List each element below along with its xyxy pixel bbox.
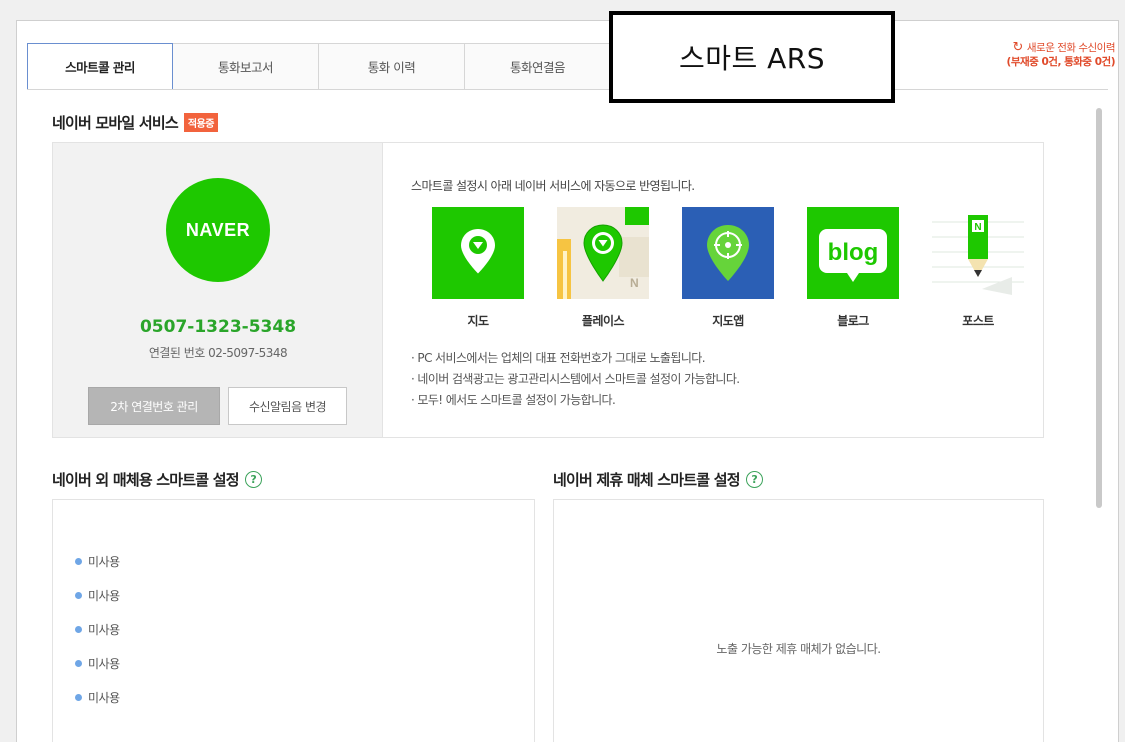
status-badge: 적용중 (183, 113, 218, 132)
note-search-ad: · 네이버 검색광고는 광고관리시스템에서 스마트콜 설정이 가능합니다. (411, 372, 740, 386)
section-title: 네이버 모바일 서비스 (52, 114, 179, 132)
service-post: N 포스트 (932, 207, 1024, 329)
tab-call-history[interactable]: 통화 이력 (319, 43, 465, 90)
partner-media-box: 노출 가능한 제휴 매체가 없습니다. (553, 499, 1044, 742)
service-label: 지도 (467, 314, 489, 328)
partner-media-title: 네이버 제휴 매체 스마트콜 설정 ? (553, 469, 763, 490)
external-media-title: 네이버 외 매체용 스마트콜 설정 ? (52, 469, 262, 490)
help-icon[interactable]: ? (745, 471, 763, 488)
item-status: 미사용 (88, 589, 120, 603)
naver-logo: NAVER (166, 178, 270, 282)
service-list: 스마트콜 설정시 아래 네이버 서비스에 자동으로 반영됩니다. 지도 N 플레… (398, 143, 1038, 437)
naver-mobile-title: 네이버 모바일 서비스 적용중 (52, 112, 218, 133)
bullet-dot (75, 660, 82, 667)
bullet-dot (75, 558, 82, 565)
missed-call-count: (부재중 0건, 통화중 0건) (1006, 56, 1116, 68)
tab-ringback[interactable]: 통화연결음 (465, 43, 611, 90)
service-label: 포스트 (962, 314, 994, 328)
svg-text:N: N (630, 276, 639, 290)
place-icon: N (557, 207, 649, 299)
linked-number: 연결된 번호 02-5097-5348 (148, 346, 288, 360)
new-call-history-link[interactable]: ↻ 새로운 전화 수신이력 (부재중 0건, 통화중 0건) (1006, 40, 1116, 69)
list-item: 미사용 (75, 587, 120, 604)
bullet-dot (75, 626, 82, 633)
refresh-icon: ↻ (1012, 40, 1023, 55)
service-place: N 플레이스 (557, 207, 649, 329)
main-frame: 스마트콜 관리 통화보고서 통화 이력 통화연결음 ↻ 새로운 전화 수신이력 (… (16, 20, 1119, 742)
vertical-scrollbar[interactable] (1096, 108, 1102, 508)
help-icon[interactable]: ? (244, 471, 262, 488)
service-notes: · PC 서비스에서는 업체의 대표 전화번호가 그대로 노출됩니다. · 네이… (411, 348, 740, 411)
service-label: 블로그 (837, 314, 869, 328)
map-app-icon (682, 207, 774, 299)
blog-icon: blog (807, 207, 899, 299)
service-label: 플레이스 (581, 314, 625, 328)
secondary-number-button[interactable]: 2차 연결번호 관리 (88, 387, 220, 425)
smart-ars-callout: 스마트 ARS (609, 11, 895, 103)
service-map-app: 지도앱 (682, 207, 774, 329)
item-status: 미사용 (88, 691, 120, 705)
list-item: 미사용 (75, 621, 120, 638)
tab-bar: 스마트콜 관리 통화보고서 통화 이력 통화연결음 (27, 43, 611, 90)
note-modoo: · 모두! 에서도 스마트콜 설정이 가능합니다. (411, 393, 616, 407)
smartcall-number: 0507-1323-5348 (139, 317, 297, 337)
empty-message: 노출 가능한 제휴 매체가 없습니다. (716, 642, 881, 656)
service-description: 스마트콜 설정시 아래 네이버 서비스에 자동으로 반영됩니다. (411, 179, 695, 193)
tab-divider (27, 89, 1108, 90)
blog-text: blog (828, 239, 879, 266)
service-blog: blog 블로그 (807, 207, 899, 329)
service-map: 지도 (432, 207, 524, 329)
map-pin-icon (432, 207, 524, 299)
post-icon: N (932, 207, 1024, 299)
bullet-dot (75, 694, 82, 701)
tab-smartcall-manage[interactable]: 스마트콜 관리 (27, 43, 173, 90)
note-pc: · PC 서비스에서는 업체의 대표 전화번호가 그대로 노출됩니다. (411, 351, 706, 365)
item-status: 미사용 (88, 555, 120, 569)
post-letter: N (974, 222, 981, 233)
callout-label: 스마트 ARS (613, 15, 891, 99)
refresh-label: 새로운 전화 수신이력 (1026, 42, 1116, 54)
alert-sound-button[interactable]: 수신알림음 변경 (228, 387, 347, 425)
section-title: 네이버 제휴 매체 스마트콜 설정 (553, 471, 741, 489)
list-item: 미사용 (75, 553, 120, 570)
number-info: NAVER 0507-1323-5348 연결된 번호 02-5097-5348… (53, 143, 383, 437)
section-title: 네이버 외 매체용 스마트콜 설정 (52, 471, 240, 489)
external-media-box: 미사용 미사용 미사용 미사용 미사용 (52, 499, 535, 742)
tab-call-report[interactable]: 통화보고서 (173, 43, 319, 90)
list-item: 미사용 (75, 689, 120, 706)
item-status: 미사용 (88, 657, 120, 671)
bullet-dot (75, 592, 82, 599)
service-label: 지도앱 (712, 314, 744, 328)
item-status: 미사용 (88, 623, 120, 637)
list-item: 미사용 (75, 655, 120, 672)
naver-service-panel: NAVER 0507-1323-5348 연결된 번호 02-5097-5348… (52, 142, 1044, 438)
